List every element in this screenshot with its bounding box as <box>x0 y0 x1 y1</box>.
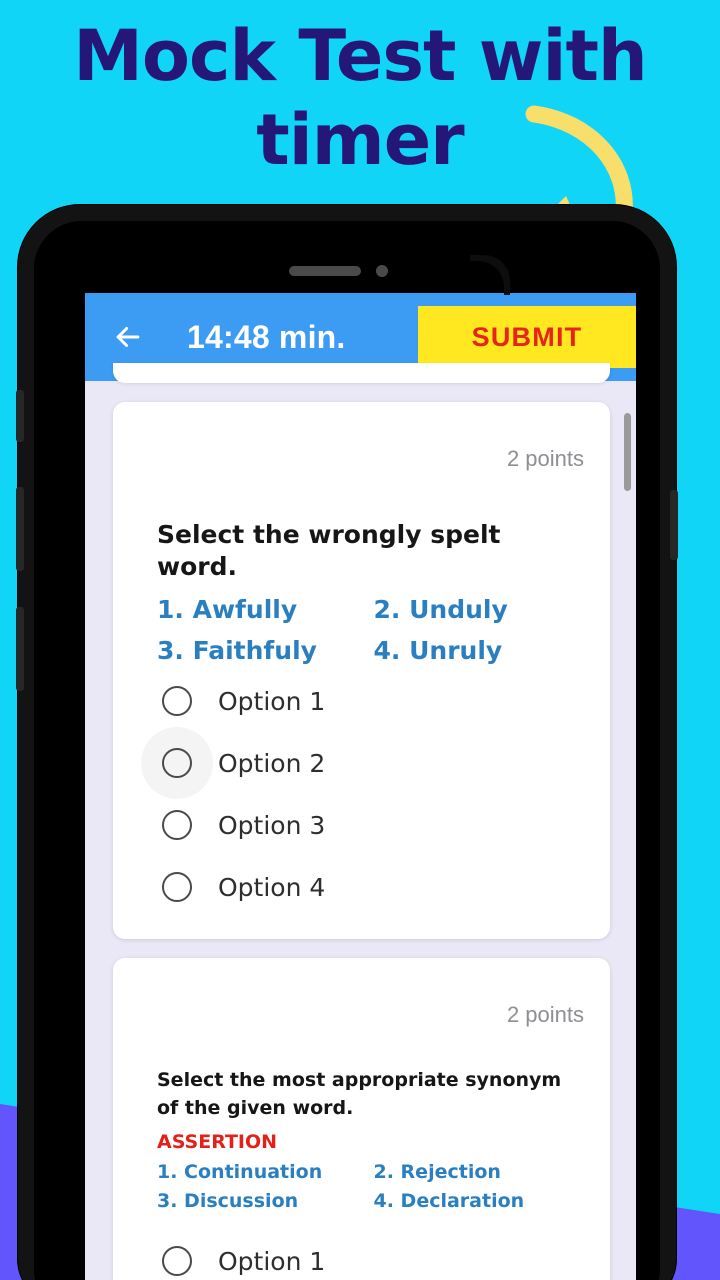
question-body: Select the wrongly spelt word. 1. Awfull… <box>157 519 582 671</box>
choice-text: 1. Continuation <box>157 1161 323 1183</box>
questions-scroll-area[interactable]: 2 points Select the wrongly spelt word. … <box>85 363 636 1280</box>
choice-text: 2. Unduly <box>373 595 508 624</box>
choice-text: 4. Declaration <box>373 1190 525 1212</box>
choice-text: 4. Unruly <box>373 636 503 665</box>
power-button[interactable] <box>670 490 678 560</box>
volume-up-button[interactable] <box>16 487 24 571</box>
question-title: Select the wrongly spelt word. <box>157 520 501 581</box>
submit-button[interactable]: SUBMIT <box>418 306 636 368</box>
radio-option-label: Option 4 <box>218 872 326 902</box>
radio-button-icon[interactable] <box>162 1246 192 1276</box>
question-choices: 1. Awfully 2. Unduly 3. Faithfuly 4. Unr… <box>157 589 582 671</box>
radio-option-row[interactable]: Option 4 <box>149 856 590 918</box>
back-arrow-icon[interactable] <box>111 320 145 354</box>
question-title: Select the most appropriate synonym of t… <box>157 1069 562 1119</box>
question-card: 2 points Select the wrongly spelt word. … <box>113 402 610 939</box>
points-label: 2 points <box>506 446 584 471</box>
volume-down-button[interactable] <box>16 607 24 691</box>
radio-option-label: Option 3 <box>218 810 326 840</box>
question-choices: 1. Continuation 2. Rejection 3. Discussi… <box>157 1158 582 1216</box>
radio-option-row[interactable]: Option 3 <box>149 794 590 856</box>
previous-question-card-stub <box>113 363 610 383</box>
app-screen: 14:48 min. SUBMIT 2 points Select the wr… <box>85 293 636 1280</box>
timer-label: 14:48 min. <box>187 318 346 355</box>
phone-mockup: 14:48 min. SUBMIT 2 points Select the wr… <box>16 205 678 1280</box>
promo-screenshot: Mock Test with timer 14:48 min. SUBMIT 2… <box>0 0 720 1280</box>
radio-button-icon[interactable] <box>162 872 192 902</box>
earpiece-speaker-icon <box>289 266 361 276</box>
choice-text: 3. Discussion <box>157 1190 299 1212</box>
radio-option-row[interactable]: Option 1 <box>149 670 590 732</box>
radio-option-label: Option 2 <box>218 748 326 778</box>
points-label: 2 points <box>506 1002 584 1027</box>
front-camera-icon <box>376 265 388 277</box>
answer-radio-group: Option 1 Option 2 Option 3 Option 4 <box>141 670 590 918</box>
radio-button-icon[interactable] <box>162 686 192 716</box>
phone-notch <box>34 221 660 293</box>
choice-text: 3. Faithfuly <box>157 636 317 665</box>
phone-screen-bezel: 14:48 min. SUBMIT 2 points Select the wr… <box>34 221 660 1280</box>
radio-option-label: Option 1 <box>218 1246 326 1276</box>
question-keyword: ASSERTION <box>157 1131 278 1153</box>
radio-option-row[interactable]: Option 2 <box>141 727 590 799</box>
scrollbar[interactable] <box>624 381 634 1280</box>
radio-option-label: Option 1 <box>218 686 326 716</box>
question-card: 2 points Select the most appropriate syn… <box>113 958 610 1280</box>
choice-text: 1. Awfully <box>157 595 298 624</box>
radio-button-icon[interactable] <box>162 748 192 778</box>
volume-button-top[interactable] <box>16 390 24 442</box>
scrollbar-thumb[interactable] <box>624 413 631 491</box>
question-body: Select the most appropriate synonym of t… <box>157 1066 582 1216</box>
page-title: Mock Test with timer <box>73 15 648 181</box>
radio-option-row[interactable]: Option 1 <box>149 1230 590 1280</box>
answer-radio-group: Option 1 <box>149 1230 590 1280</box>
radio-button-icon[interactable] <box>162 810 192 840</box>
choice-text: 2. Rejection <box>373 1161 501 1183</box>
